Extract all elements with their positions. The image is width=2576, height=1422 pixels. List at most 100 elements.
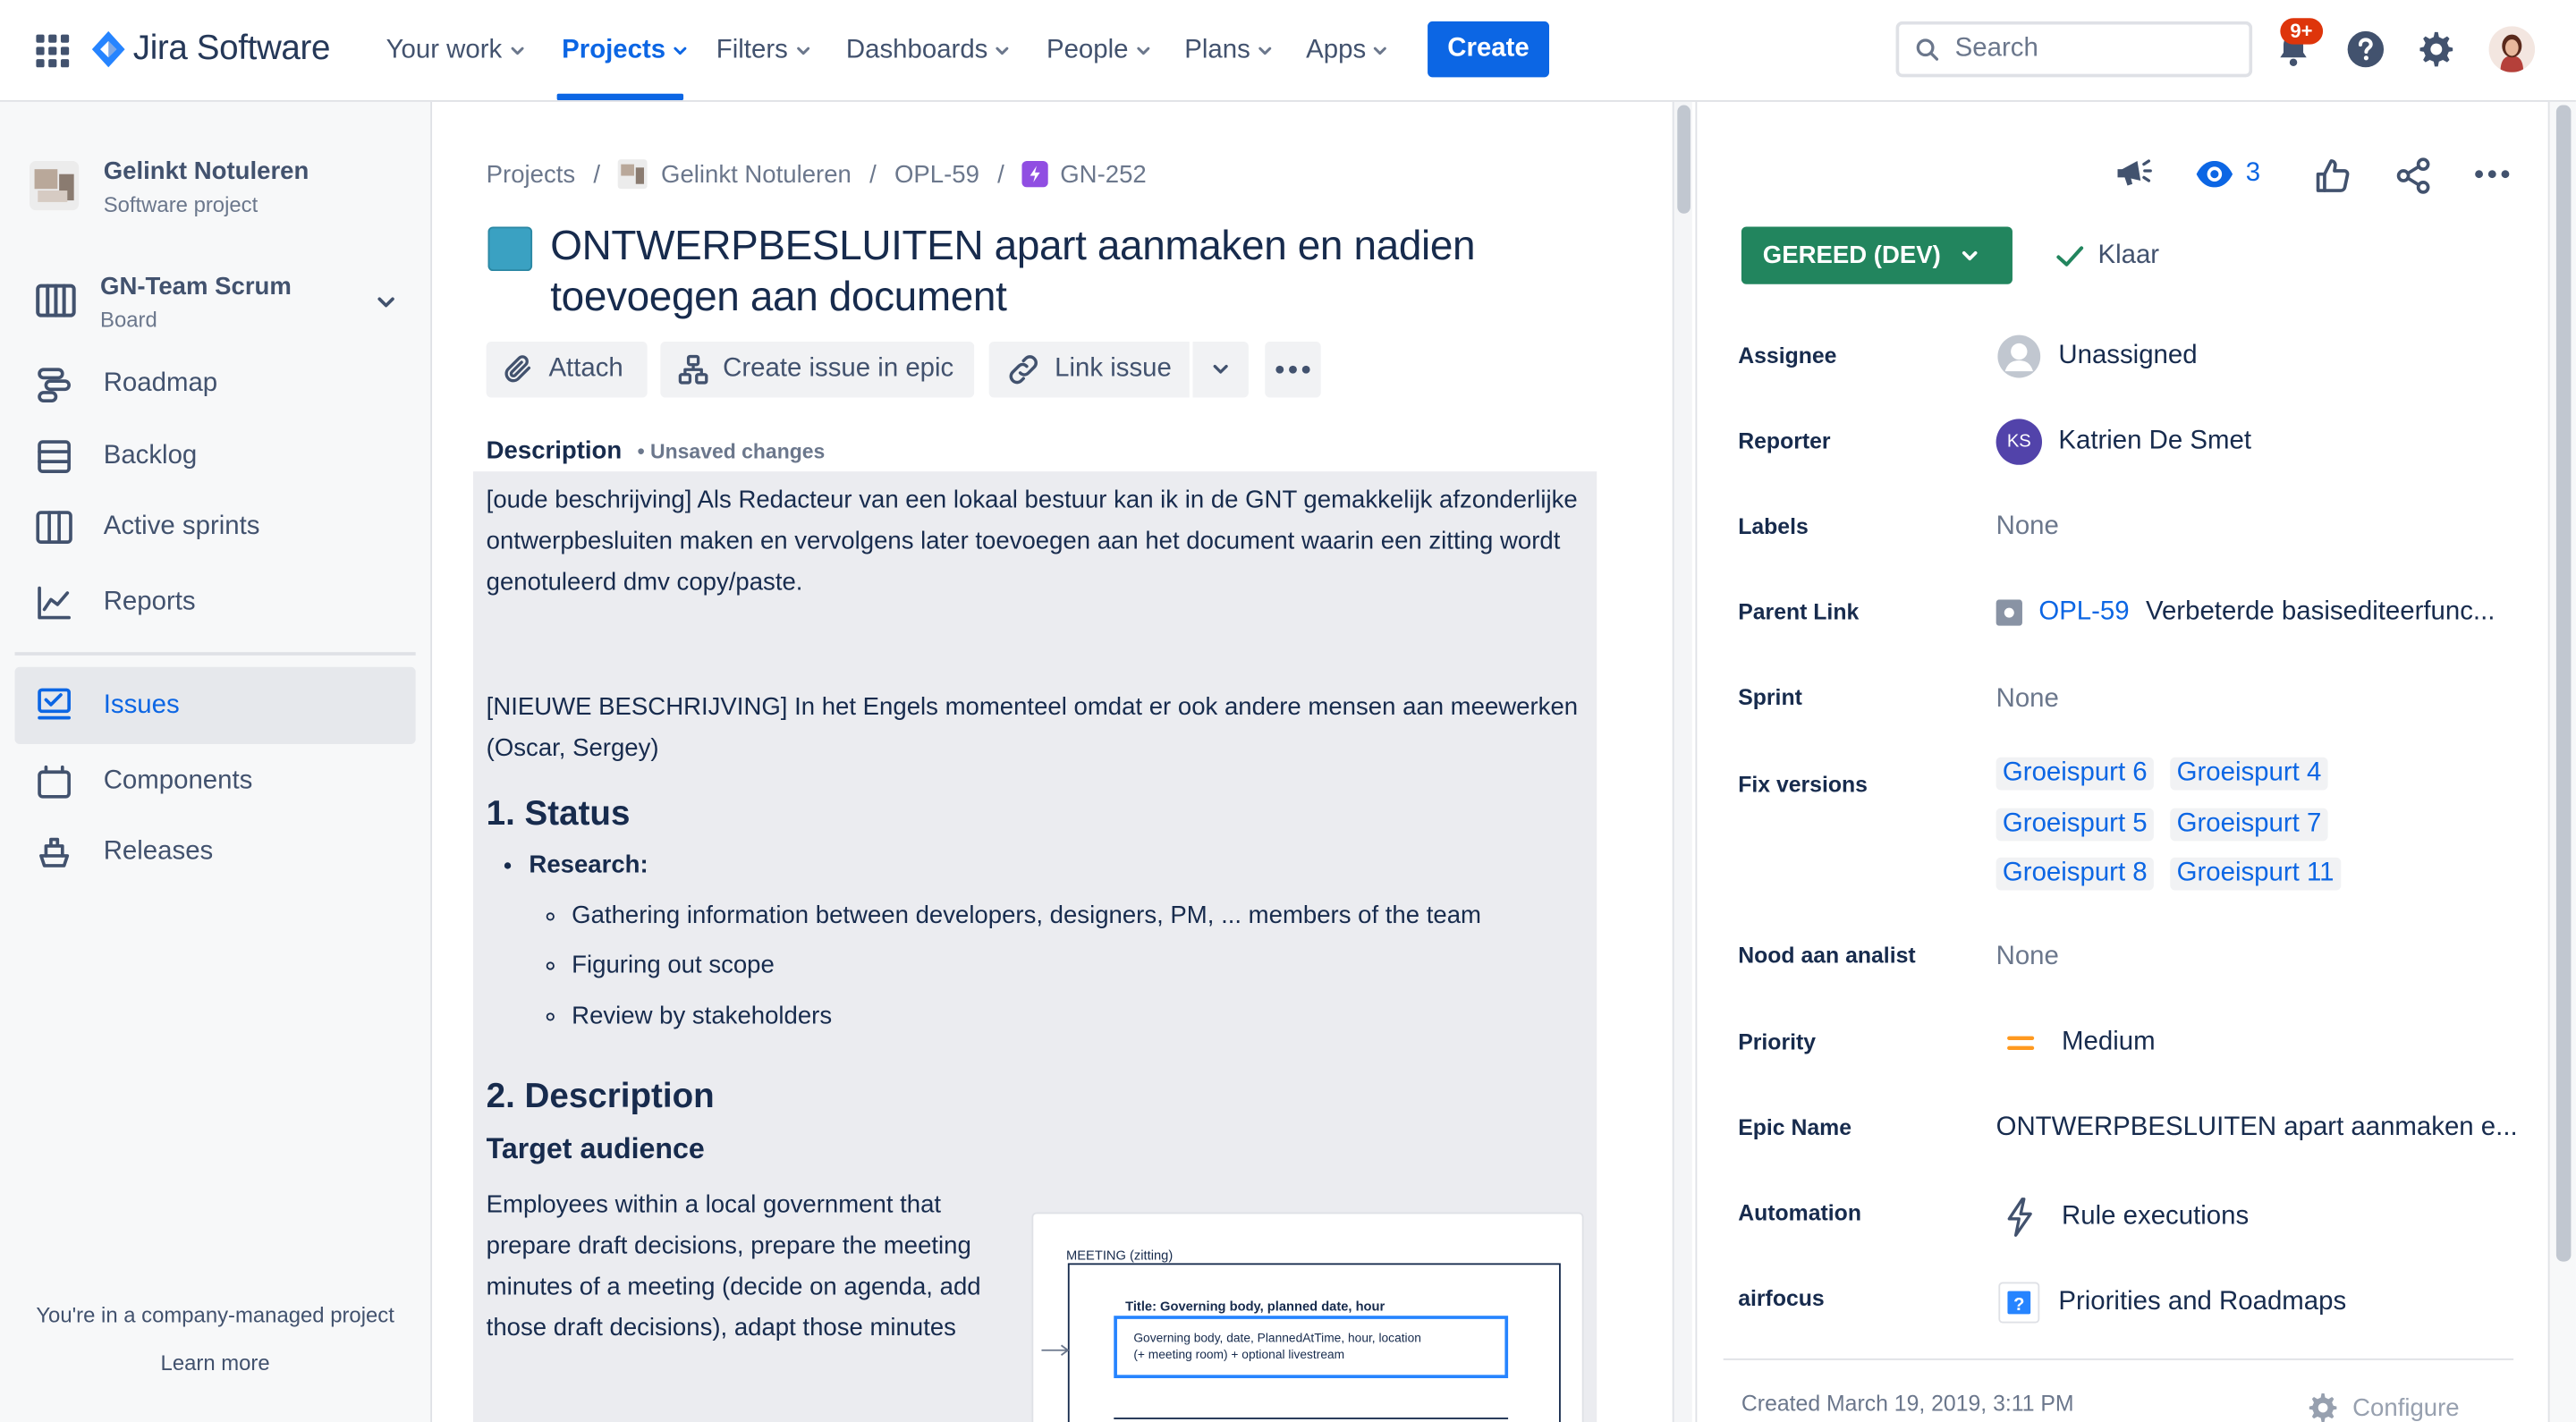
panel-scrollbar[interactable] xyxy=(2547,101,2576,1422)
sidebar-item-reports[interactable]: Reports xyxy=(15,567,416,639)
chevron-down-icon xyxy=(1374,47,1387,55)
company-managed-note: You're in a company-managed project xyxy=(36,1302,394,1328)
breadcrumb-projects[interactable]: Projects xyxy=(487,160,576,188)
scrollbar-thumb[interactable] xyxy=(1677,105,1690,214)
roadmap-icon xyxy=(38,368,71,402)
fix-version-tag[interactable]: Groeispurt 7 xyxy=(2170,808,2328,842)
help-icon[interactable] xyxy=(2346,30,2385,69)
project-name[interactable]: Gelinkt Notuleren xyxy=(104,157,309,185)
notification-badge: 9+ xyxy=(2280,18,2323,45)
hierarchy-icon xyxy=(678,354,708,385)
components-icon xyxy=(38,765,71,799)
watch-icon[interactable] xyxy=(2195,157,2234,190)
board-name[interactable]: GN-Team Scrum xyxy=(100,273,292,300)
airfocus-field[interactable]: ? Priorities and Roadmaps xyxy=(1996,1280,2347,1325)
automation-field[interactable]: Rule executions xyxy=(1996,1196,2249,1239)
more-actions-button[interactable] xyxy=(1265,342,1321,398)
nav-filters[interactable]: Filters xyxy=(716,33,811,69)
arrow-icon xyxy=(1041,1344,1070,1357)
description-editor[interactable]: [oude beschrijving] Als Redacteur van ee… xyxy=(472,471,1597,1422)
epic-name-value[interactable]: ONTWERPBESLUITEN apart aanmaken e... xyxy=(1996,1113,2518,1143)
search-input[interactable]: Search xyxy=(1895,21,2253,78)
feedback-icon[interactable] xyxy=(2114,155,2154,194)
nav-your-work[interactable]: Your work xyxy=(386,33,525,69)
nav-label: Filters xyxy=(716,36,788,64)
user-avatar[interactable] xyxy=(2488,26,2536,72)
link-issue-button[interactable]: Link issue xyxy=(988,342,1190,398)
nood-aan-analist-value[interactable]: None xyxy=(1996,943,2059,972)
chevron-down-icon xyxy=(996,47,1009,55)
breadcrumb-issue[interactable]: GN-252 xyxy=(1022,160,1147,188)
priority-medium-icon xyxy=(2007,1036,2035,1051)
breadcrumb-project[interactable]: Gelinkt Notuleren xyxy=(618,159,852,190)
link-icon xyxy=(1009,355,1038,385)
panel-divider xyxy=(1723,1358,2514,1360)
airfocus-value: Priorities and Roadmaps xyxy=(2058,1287,2347,1316)
nav-projects[interactable]: Projects xyxy=(562,33,689,69)
create-issue-in-epic-button[interactable]: Create issue in epic xyxy=(660,342,975,398)
link-issue-dropdown[interactable] xyxy=(1192,342,1249,398)
configure-button[interactable]: Configure xyxy=(2307,1392,2460,1422)
list-item: Gathering information between developers… xyxy=(572,891,1583,941)
sidebar-item-active-sprints[interactable]: Active sprints xyxy=(15,491,416,563)
gear-icon xyxy=(2309,1392,2337,1422)
priority-field[interactable]: Medium xyxy=(1996,1028,2156,1058)
issue-title[interactable]: ONTWERPBESLUITEN apart aanmaken en nadie… xyxy=(550,222,1601,324)
sidebar-item-components[interactable]: Components xyxy=(15,746,416,818)
scrollbar-thumb[interactable] xyxy=(2555,105,2572,1262)
parent-key[interactable]: OPL-59 xyxy=(2038,598,2129,628)
create-button[interactable]: Create xyxy=(1428,21,1550,78)
sidebar-item-backlog[interactable]: Backlog xyxy=(15,420,416,493)
assignee-field[interactable]: Unassigned xyxy=(1996,334,2198,379)
status-dropdown-button[interactable]: GEREED (DEV) xyxy=(1741,226,2012,284)
nav-apps[interactable]: Apps xyxy=(1306,33,1389,69)
reporter-field[interactable]: KS Katrien De Smet xyxy=(1996,419,2251,465)
sidebar-item-releases[interactable]: Releases xyxy=(15,817,416,889)
jira-logo[interactable]: Jira Software xyxy=(90,30,330,69)
heading-description: 2. Description xyxy=(486,1077,715,1116)
labels-value[interactable]: None xyxy=(1996,512,2059,542)
sprint-value[interactable]: None xyxy=(1996,685,2059,715)
sidebar-item-issues[interactable]: Issues xyxy=(14,666,416,745)
project-avatar-icon xyxy=(618,159,648,190)
attach-button[interactable]: Attach xyxy=(486,342,648,398)
settings-icon[interactable] xyxy=(2417,30,2456,69)
nav-people[interactable]: People xyxy=(1046,33,1151,69)
mockup-divider xyxy=(1114,1418,1509,1419)
nav-label: People xyxy=(1046,36,1129,64)
nav-dashboards[interactable]: Dashboards xyxy=(846,33,1011,69)
nav-label: Your work xyxy=(386,36,503,64)
breadcrumb-parent[interactable]: OPL-59 xyxy=(894,160,979,188)
issue-details-panel: 3 GEREED (DEV) Klaar Assignee Unassigned… xyxy=(1697,102,2547,1422)
board-subtitle: Board xyxy=(100,307,157,333)
share-icon[interactable] xyxy=(2394,156,2433,195)
create-issue-in-epic-label: Create issue in epic xyxy=(723,354,954,383)
epic-icon xyxy=(1022,160,1049,188)
watch-count[interactable]: 3 xyxy=(2246,159,2260,189)
fix-version-tag[interactable]: Groeispurt 11 xyxy=(2170,857,2341,891)
learn-more-link[interactable]: Learn more xyxy=(0,1350,430,1375)
attach-label: Attach xyxy=(548,354,623,383)
sidebar-item-roadmap[interactable]: Roadmap xyxy=(15,348,416,420)
chevron-down-icon[interactable] xyxy=(375,291,398,314)
project-avatar[interactable] xyxy=(30,160,80,211)
issues-icon xyxy=(38,688,71,720)
app-switcher-icon[interactable] xyxy=(35,33,71,69)
nav-plans[interactable]: Plans xyxy=(1184,33,1273,69)
like-icon[interactable] xyxy=(2313,156,2352,195)
fix-version-tag[interactable]: Groeispurt 8 xyxy=(1996,857,2154,891)
fix-version-tag[interactable]: Groeispurt 4 xyxy=(2170,757,2328,791)
field-label-labels: Labels xyxy=(1738,513,1809,539)
parent-link-field[interactable]: OPL-59 Verbeterde basisediteerfunc... xyxy=(1996,598,2495,628)
main-scrollbar[interactable] xyxy=(1672,101,1692,1422)
reporter-value: Katrien De Smet xyxy=(2058,427,2251,455)
breadcrumb: Projects / Gelinkt Notuleren / OPL-59 / … xyxy=(487,159,1147,190)
list-item: Figuring out scope xyxy=(572,941,1583,991)
sidebar-item-label: Components xyxy=(103,766,253,795)
fix-version-tag[interactable]: Groeispurt 6 xyxy=(1996,757,2154,791)
fix-version-tag[interactable]: Groeispurt 5 xyxy=(1996,808,2154,842)
description-paragraph: Employees within a local government that… xyxy=(486,1190,981,1342)
more-icon[interactable] xyxy=(2472,167,2512,181)
link-issue-label: Link issue xyxy=(1055,354,1172,383)
embedded-mockup-image[interactable]: MEETING (zitting) Title: Governing body,… xyxy=(1031,1212,1584,1422)
